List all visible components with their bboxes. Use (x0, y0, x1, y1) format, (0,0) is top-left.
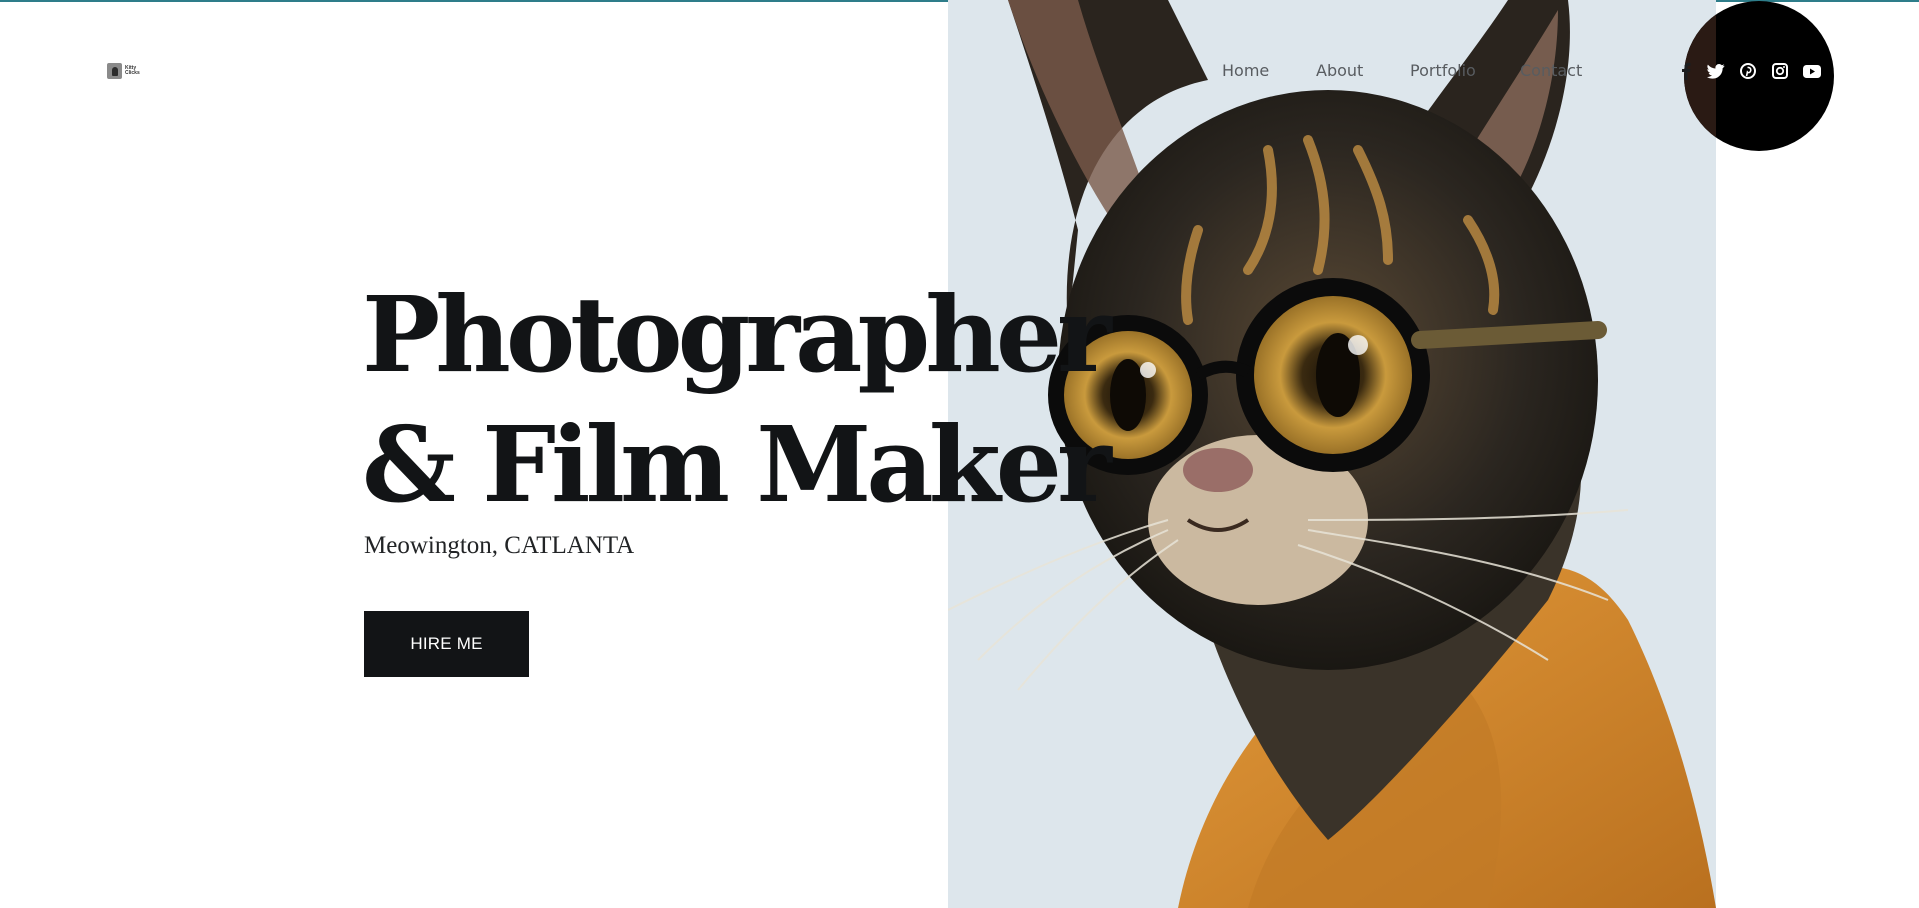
headline-line-2: & Film Maker (362, 403, 1112, 526)
instagram-icon[interactable] (1770, 61, 1790, 81)
headline-line-1: Photographer (362, 273, 1112, 396)
nav-about[interactable]: About (1316, 60, 1363, 82)
nav-portfolio[interactable]: Portfolio (1410, 60, 1476, 82)
nav-contact[interactable]: Contact (1520, 60, 1582, 82)
facebook-icon[interactable] (1676, 61, 1696, 81)
youtube-icon[interactable] (1802, 61, 1822, 81)
page: Kitty Clicks Home About Portfolio Contac… (0, 0, 1919, 908)
hire-me-button[interactable]: HIRE ME (364, 611, 529, 677)
hero-headline: Photographer & Film Maker (362, 270, 1112, 530)
location-subtitle: Meowington, CATLANTA (364, 532, 635, 559)
cat-logo-icon (107, 63, 122, 79)
site-logo[interactable]: Kitty Clicks (107, 62, 141, 80)
social-links (1676, 61, 1826, 81)
pinterest-icon[interactable] (1738, 61, 1758, 81)
nav-home[interactable]: Home (1222, 60, 1269, 82)
twitter-icon[interactable] (1706, 61, 1726, 81)
logo-text: Kitty Clicks (125, 65, 140, 76)
